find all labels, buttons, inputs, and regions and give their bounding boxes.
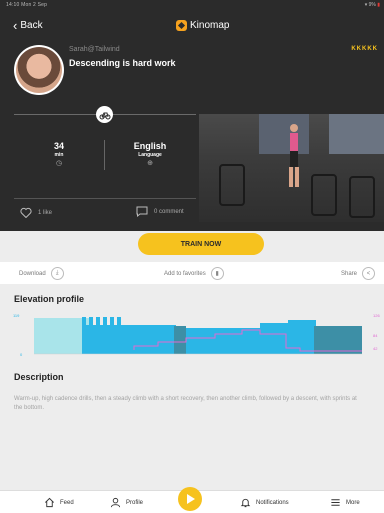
action-bar: Download ⤓ Add to favorites ▮ Share <	[0, 262, 384, 284]
status-bar-time: 14:10 Mon 2 Sep	[6, 2, 48, 8]
train-now-button[interactable]: TRAIN NOW	[138, 233, 264, 255]
globe-icon: ⊕	[147, 160, 153, 167]
tab-notifications[interactable]: Notifications	[240, 497, 289, 508]
author-name[interactable]: Sarah@Tailwind	[69, 46, 120, 53]
kinomap-logo: Kinomap	[176, 20, 229, 31]
chevron-left-icon: ‹	[13, 17, 18, 33]
back-button[interactable]: ‹ Back	[13, 17, 43, 33]
tab-feed[interactable]: Feed	[44, 497, 74, 508]
bookmark-icon: ▮	[210, 267, 224, 280]
add-to-favorites-button[interactable]: Add to favorites ▮	[164, 267, 224, 280]
duration-stat: 34 min ◷	[19, 141, 99, 167]
language-stat: English Language ⊕	[110, 141, 190, 167]
comment-button[interactable]: 0 comment	[136, 206, 184, 217]
download-button[interactable]: Download ⤓	[19, 267, 64, 280]
divider	[14, 198, 196, 199]
bike-icon	[96, 106, 113, 123]
play-icon[interactable]	[178, 487, 202, 511]
video-thumbnail[interactable]	[199, 114, 384, 222]
comment-icon	[136, 206, 148, 217]
elevation-profile-title: Elevation profile	[14, 294, 85, 304]
left-axis-bottom: 0	[20, 352, 23, 357]
bell-icon	[240, 498, 251, 508]
right-axis-bottom: 42	[373, 346, 378, 351]
home-icon	[45, 497, 54, 508]
description-title: Description	[14, 372, 64, 382]
kinomap-icon	[176, 20, 187, 31]
tab-profile[interactable]: Profile	[110, 497, 143, 508]
heart-icon	[20, 207, 32, 218]
tab-more[interactable]: More	[330, 497, 360, 508]
difficulty-rating: KKKKK	[351, 46, 378, 52]
download-icon: ⤓	[50, 267, 64, 280]
right-axis-top: 126	[373, 313, 380, 318]
left-axis-top: 119	[13, 313, 20, 318]
video-title: Descending is hard work	[69, 58, 176, 68]
clock-icon: ◷	[55, 160, 63, 167]
status-bar-indicators: ▾ 9% ▮	[364, 2, 380, 8]
divider	[104, 140, 105, 170]
user-icon	[110, 497, 121, 508]
author-avatar[interactable]	[14, 45, 64, 95]
share-icon: <	[362, 267, 376, 280]
elevation-profile-chart: 119 0 126 84 42	[10, 308, 384, 360]
share-button[interactable]: Share <	[341, 267, 376, 280]
right-axis-mid: 84	[373, 333, 378, 338]
menu-icon	[331, 499, 340, 506]
description-text: Warm-up, high cadence drills, then a ste…	[14, 396, 357, 411]
like-button[interactable]: 1 like	[20, 207, 52, 218]
